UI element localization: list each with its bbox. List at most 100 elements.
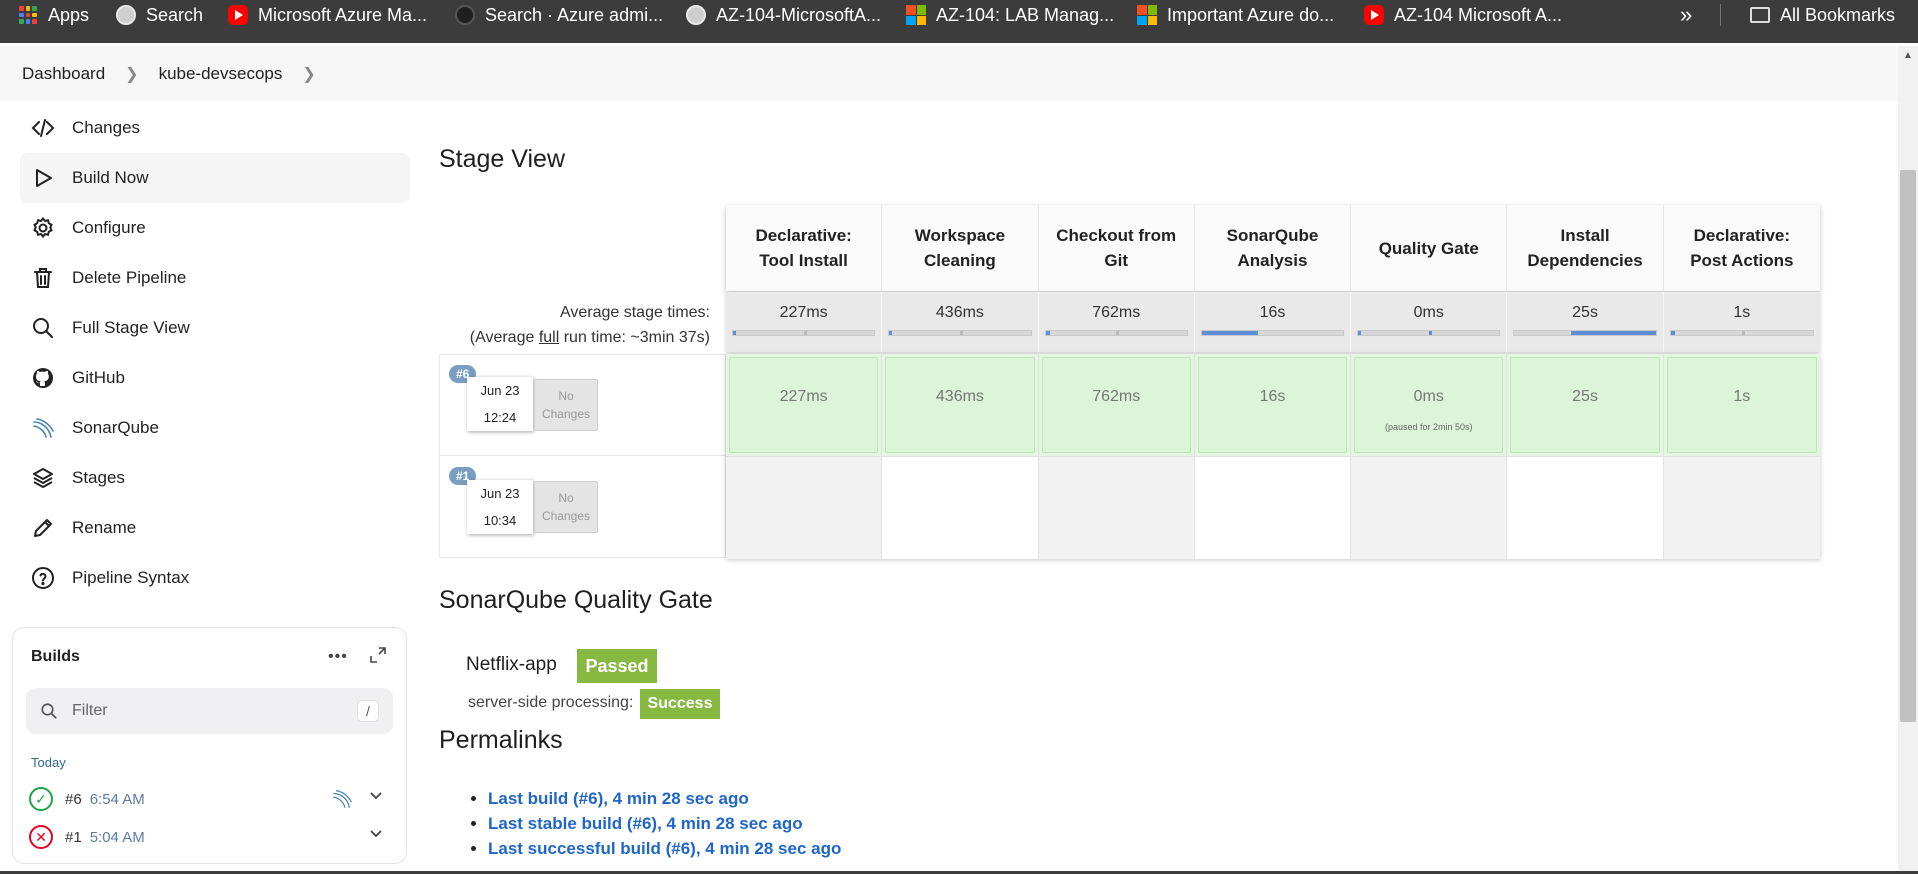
chevron-right-icon[interactable]: ❯ — [302, 64, 315, 84]
processing-label: server-side processing: — [468, 694, 634, 711]
avg-progress-bar — [1044, 330, 1188, 336]
average-times-row: 227ms 436ms 762ms 16s 0ms 25s 1s — [726, 292, 1820, 352]
bookmarks-overflow-button[interactable]: » — [1680, 0, 1692, 30]
no-changes-text: Changes — [541, 509, 591, 523]
avg-progress-fill — [1670, 331, 1675, 335]
stage-cell[interactable]: 0ms (paused for 2min 50s) — [1351, 354, 1508, 456]
bookmark-azure-youtube[interactable]: Microsoft Azure Ma... — [228, 0, 427, 30]
stage-cell[interactable]: 227ms — [726, 354, 883, 456]
scroll-up-arrow-icon[interactable]: ▲ — [1900, 50, 1916, 64]
permalink-last-build[interactable]: Last build (#6), 4 min 28 sec ago — [488, 786, 841, 811]
avg-time: 227ms — [779, 304, 828, 321]
build-number[interactable]: #6 — [65, 791, 82, 808]
bookmark-azure-docs[interactable]: Important Azure do... — [1137, 0, 1334, 30]
builds-filter-input[interactable]: Filter / — [26, 688, 393, 734]
expand-icon[interactable] — [369, 646, 387, 664]
build-clock: 12:24 — [483, 410, 517, 425]
sidebar-item-stages[interactable]: Stages — [20, 453, 410, 503]
bookmarks-bar: Apps Search Microsoft Azure Ma... Search… — [0, 0, 1918, 43]
breadcrumb-kube-devsecops[interactable]: kube-devsecops — [159, 64, 283, 84]
stage-cell[interactable]: 16s — [1194, 354, 1352, 456]
breadcrumb-dashboard[interactable]: Dashboard — [22, 64, 105, 84]
sidebar-item-delete-pipeline[interactable]: Delete Pipeline — [20, 253, 410, 303]
avg-progress-fill — [1358, 331, 1361, 335]
full-run-time-link[interactable]: full — [539, 329, 559, 346]
stage-duration: 16s — [1259, 388, 1286, 405]
build-row-6[interactable]: ✓ #6 6:54 AM — [29, 785, 391, 813]
processing-status-badge: Success — [640, 689, 720, 719]
no-changes-text: No — [558, 491, 574, 505]
avg-progress-fill — [1201, 331, 1259, 335]
stage-cell[interactable]: 1s — [1663, 354, 1820, 456]
search-icon — [41, 703, 57, 719]
stage-run-row-1 — [726, 456, 1820, 559]
sidebar-item-build-now[interactable]: Build Now — [20, 153, 410, 203]
play-icon — [30, 165, 56, 191]
bookmarks-divider — [1720, 4, 1721, 26]
build-number[interactable]: #1 — [65, 829, 82, 846]
sidebar-item-rename[interactable]: Rename — [20, 503, 410, 553]
avg-bar-marker — [1741, 331, 1745, 335]
all-bookmarks-button[interactable]: All Bookmarks — [1750, 0, 1895, 30]
sidebar-item-configure[interactable]: Configure — [20, 203, 410, 253]
scrollbar-thumb[interactable] — [1900, 170, 1916, 722]
sidebar-item-github[interactable]: GitHub — [20, 353, 410, 403]
chevron-down-icon[interactable] — [369, 827, 383, 841]
bookmark-label: Search · Azure admi... — [485, 4, 664, 25]
avg-progress-bar — [1513, 330, 1657, 336]
bookmark-apps[interactable]: Apps — [18, 0, 89, 30]
sidebar-item-label: GitHub — [72, 368, 125, 387]
bookmark-search[interactable]: Search — [116, 0, 203, 30]
avg-bar-marker — [803, 331, 807, 335]
sidebar-item-sonarqube[interactable]: SonarQube — [20, 403, 410, 453]
avg-time: 1s — [1733, 304, 1751, 321]
chevron-down-icon[interactable] — [369, 789, 383, 803]
permalink-last-successful-build[interactable]: Last successful build (#6), 4 min 28 sec… — [488, 836, 841, 861]
all-bookmarks-label: All Bookmarks — [1780, 4, 1896, 25]
avg-progress-bar — [732, 330, 876, 336]
avg-label-prefix: (Average — [469, 329, 539, 346]
avg-cell: 227ms — [726, 292, 883, 352]
stage-cell[interactable]: 436ms — [882, 354, 1039, 456]
build-date-card[interactable]: Jun 23 10:34 — [467, 480, 533, 534]
permalinks-list: Last build (#6), 4 min 28 sec ago Last s… — [470, 786, 841, 861]
bookmark-github-search[interactable]: Search · Azure admi... — [455, 0, 663, 30]
sonarqube-icon[interactable] — [331, 788, 353, 810]
stage-header-checkout: Checkout from Git — [1039, 205, 1195, 291]
stage-name: Dependencies — [1527, 251, 1643, 270]
build-date-card[interactable]: Jun 23 12:24 — [467, 377, 533, 431]
builds-group-label: Today — [31, 755, 66, 770]
more-options-icon[interactable]: ••• — [328, 648, 348, 666]
stage-cell[interactable]: 25s — [1507, 354, 1664, 456]
builds-panel: Builds ••• Filter / Today ✓ #6 6:54 AM ✕… — [12, 627, 407, 864]
stage-cell-empty — [1507, 457, 1664, 559]
avg-progress-bar — [1357, 330, 1501, 336]
sonarqube-icon — [30, 415, 56, 441]
stage-cell[interactable]: 762ms — [1038, 354, 1195, 456]
avg-cell: 25s — [1507, 292, 1664, 352]
stage-header-sonarqube-analysis: SonarQube Analysis — [1195, 205, 1352, 291]
stage-name: Tool Install — [759, 251, 848, 270]
bookmark-label: AZ-104-MicrosoftA... — [716, 4, 882, 25]
no-changes-box: No Changes — [534, 379, 598, 431]
quality-gate-project[interactable]: Netflix-app — [466, 654, 557, 676]
sidebar-item-label: Build Now — [72, 168, 149, 187]
github-icon — [455, 5, 475, 25]
no-changes-text: No — [558, 389, 574, 403]
sidebar-item-label: Pipeline Syntax — [72, 568, 190, 587]
sidebar: Changes Build Now Configure Delete Pipel… — [20, 103, 410, 603]
search-icon — [30, 315, 56, 341]
sidebar-item-pipeline-syntax[interactable]: Pipeline Syntax — [20, 553, 410, 603]
sidebar-item-changes[interactable]: Changes — [20, 103, 410, 153]
quality-gate-status-badge: Passed — [577, 649, 657, 683]
avg-label-line1: Average stage times: — [559, 304, 710, 321]
bookmark-az104-microsoft[interactable]: AZ-104-MicrosoftA... — [686, 0, 881, 30]
bookmark-az104-youtube[interactable]: AZ-104 Microsoft A... — [1364, 0, 1562, 30]
microsoft-icon — [1137, 5, 1157, 25]
bookmark-label: Apps — [48, 4, 90, 25]
sidebar-item-full-stage-view[interactable]: Full Stage View — [20, 303, 410, 353]
build-row-1[interactable]: ✕ #1 5:04 AM — [29, 823, 391, 851]
build-date: Jun 23 — [480, 383, 520, 398]
permalink-last-stable-build[interactable]: Last stable build (#6), 4 min 28 sec ago — [488, 811, 841, 836]
bookmark-az104-lab[interactable]: AZ-104: LAB Manag... — [906, 0, 1114, 30]
